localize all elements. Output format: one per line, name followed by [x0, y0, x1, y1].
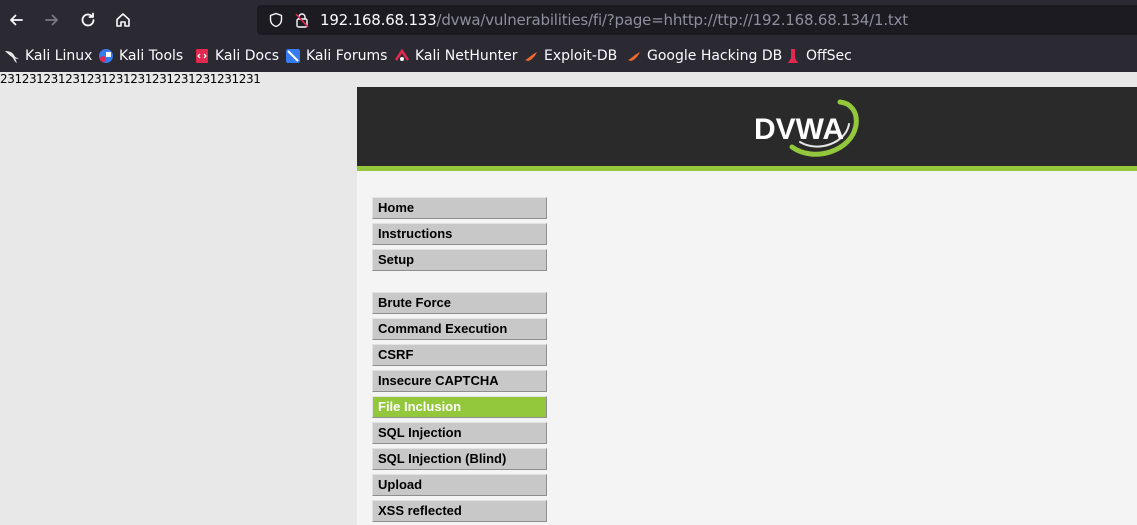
bookmark-kali-docs[interactable]: Kali Docs	[194, 47, 279, 65]
bookmark-kali-tools[interactable]: Kali Tools	[98, 47, 183, 65]
reload-button[interactable]	[76, 8, 100, 32]
bookmark-google-hacking-db[interactable]: Google Hacking DB	[626, 47, 782, 65]
kali-forums-icon	[286, 49, 300, 63]
exploit-db-icon	[525, 52, 537, 61]
forward-arrow-icon	[45, 14, 58, 26]
kali-dragon-icon	[5, 51, 19, 63]
back-arrow-icon	[10, 14, 23, 26]
home-button[interactable]	[111, 8, 135, 32]
included-file-output: 231231231231231231231231231231231231	[0, 72, 261, 86]
bookmark-label: Kali Linux	[25, 48, 93, 64]
bookmark-label: OffSec	[806, 48, 852, 64]
menu-item-setup[interactable]: Setup	[372, 249, 547, 271]
kali-tools-icon	[99, 49, 113, 63]
bookmark-offsec[interactable]: OffSec	[785, 47, 852, 65]
logo-text: DVWA	[754, 113, 844, 146]
reload-icon	[81, 12, 95, 27]
dvwa-header: DVWA	[357, 87, 1137, 171]
url-host: 192.168.68.133	[320, 11, 437, 29]
dvwa-container: DVWA Home Instructions Setup Brute Force…	[357, 87, 1137, 525]
url-text[interactable]: 192.168.68.133/dvwa/vulnerabilities/fi/?…	[320, 11, 908, 29]
bookmarks-bar: Kali Linux Kali Tools Kali Docs Kali For…	[0, 40, 1137, 73]
bookmark-kali-linux[interactable]: Kali Linux	[4, 47, 92, 65]
kali-docs-icon	[196, 49, 208, 63]
forward-button[interactable]	[40, 8, 64, 32]
menu-item-xss-reflected[interactable]: XSS reflected	[372, 500, 547, 522]
menu-item-sql-injection-blind[interactable]: SQL Injection (Blind)	[372, 448, 547, 470]
menu-item-insecure-captcha[interactable]: Insecure CAPTCHA	[372, 370, 547, 392]
url-path: /dvwa/vulnerabilities/fi/?page=hhttp://t…	[436, 11, 908, 29]
menu-item-upload[interactable]: Upload	[372, 474, 547, 496]
menu-item-instructions[interactable]: Instructions	[372, 223, 547, 245]
shield-icon[interactable]	[268, 12, 284, 28]
ghdb-icon	[628, 52, 640, 61]
insecure-lock-icon[interactable]	[294, 12, 310, 28]
menu-item-home[interactable]: Home	[372, 197, 547, 219]
bookmark-label: Exploit-DB	[544, 48, 618, 64]
page-content: 231231231231231231231231231231231231 DVW…	[0, 72, 1137, 525]
dvwa-logo: DVWA	[754, 99, 859, 157]
bookmark-label: Kali NetHunter	[415, 48, 518, 64]
menu-item-brute-force[interactable]: Brute Force	[372, 292, 547, 314]
bookmark-label: Kali Forums	[306, 48, 388, 64]
bookmark-exploit-db[interactable]: Exploit-DB	[523, 47, 617, 65]
home-icon	[116, 13, 130, 27]
menu-item-csrf[interactable]: CSRF	[372, 344, 547, 366]
nethunter-icon	[394, 48, 410, 61]
back-button[interactable]	[4, 8, 28, 32]
browser-toolbar: 192.168.68.133/dvwa/vulnerabilities/fi/?…	[0, 0, 1137, 40]
bookmark-kali-forums[interactable]: Kali Forums	[285, 47, 387, 65]
menu-item-command-execution[interactable]: Command Execution	[372, 318, 547, 340]
menu-item-file-inclusion[interactable]: File Inclusion	[372, 396, 547, 418]
address-bar[interactable]: 192.168.68.133/dvwa/vulnerabilities/fi/?…	[257, 5, 1137, 35]
menu-item-sql-injection[interactable]: SQL Injection	[372, 422, 547, 444]
bookmark-label: Google Hacking DB	[647, 48, 783, 64]
bookmark-label: Kali Tools	[119, 48, 184, 64]
bookmark-kali-nethunter[interactable]: Kali NetHunter	[394, 47, 517, 65]
bookmark-label: Kali Docs	[215, 48, 280, 64]
offsec-icon	[788, 49, 798, 63]
